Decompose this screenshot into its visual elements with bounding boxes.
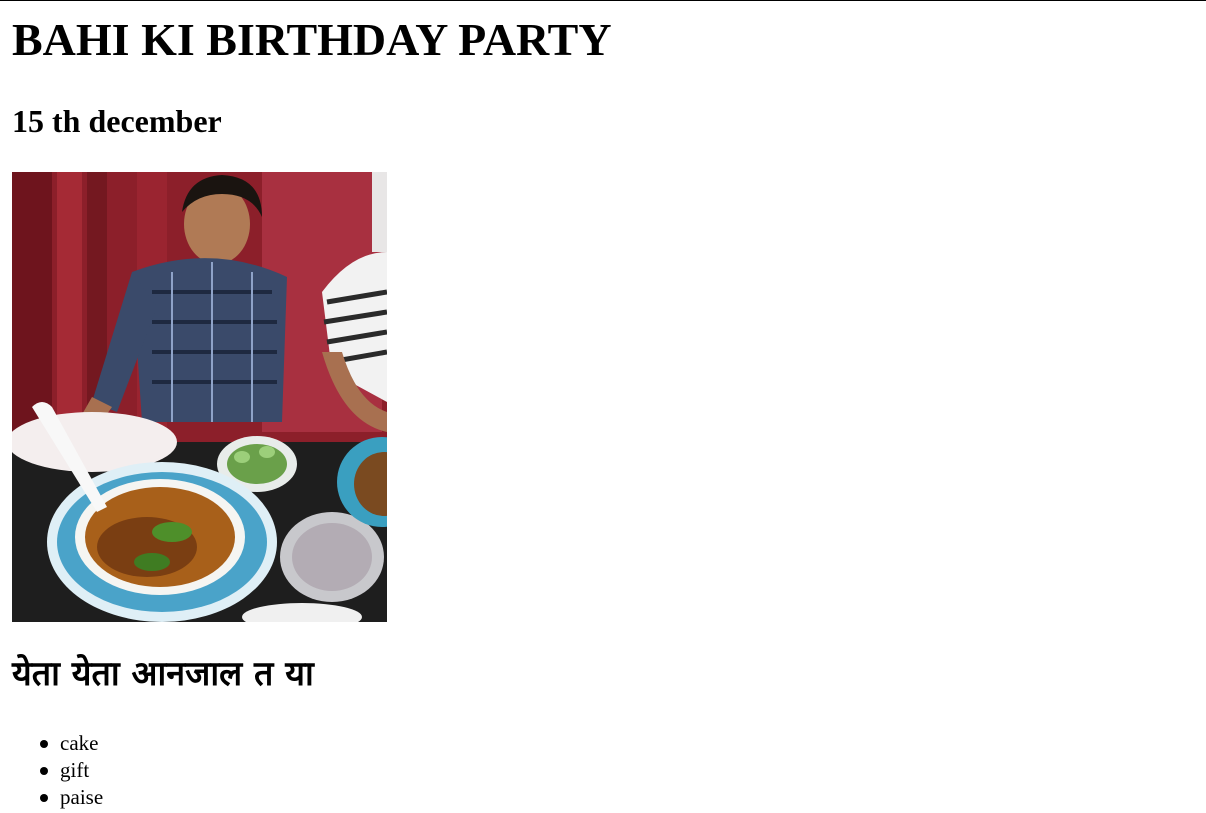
bullet-icon [40,740,48,748]
page-title: BAHI KI BIRTHDAY PARTY [12,14,612,65]
bullet-icon [40,767,48,775]
list-item-label: cake [60,731,99,755]
list-item-label: paise [60,785,104,809]
top-border [0,0,1206,1]
list-item: paise [36,784,103,811]
item-list: cake gift paise [36,730,103,811]
party-date: 15 th december [12,103,222,139]
party-photo [12,172,387,622]
list-item-label: gift [60,758,90,782]
section-heading: येता येता आनजाल त या [12,654,314,694]
list-item: cake [36,730,103,757]
bullet-icon [40,794,48,802]
list-item: gift [36,757,103,784]
